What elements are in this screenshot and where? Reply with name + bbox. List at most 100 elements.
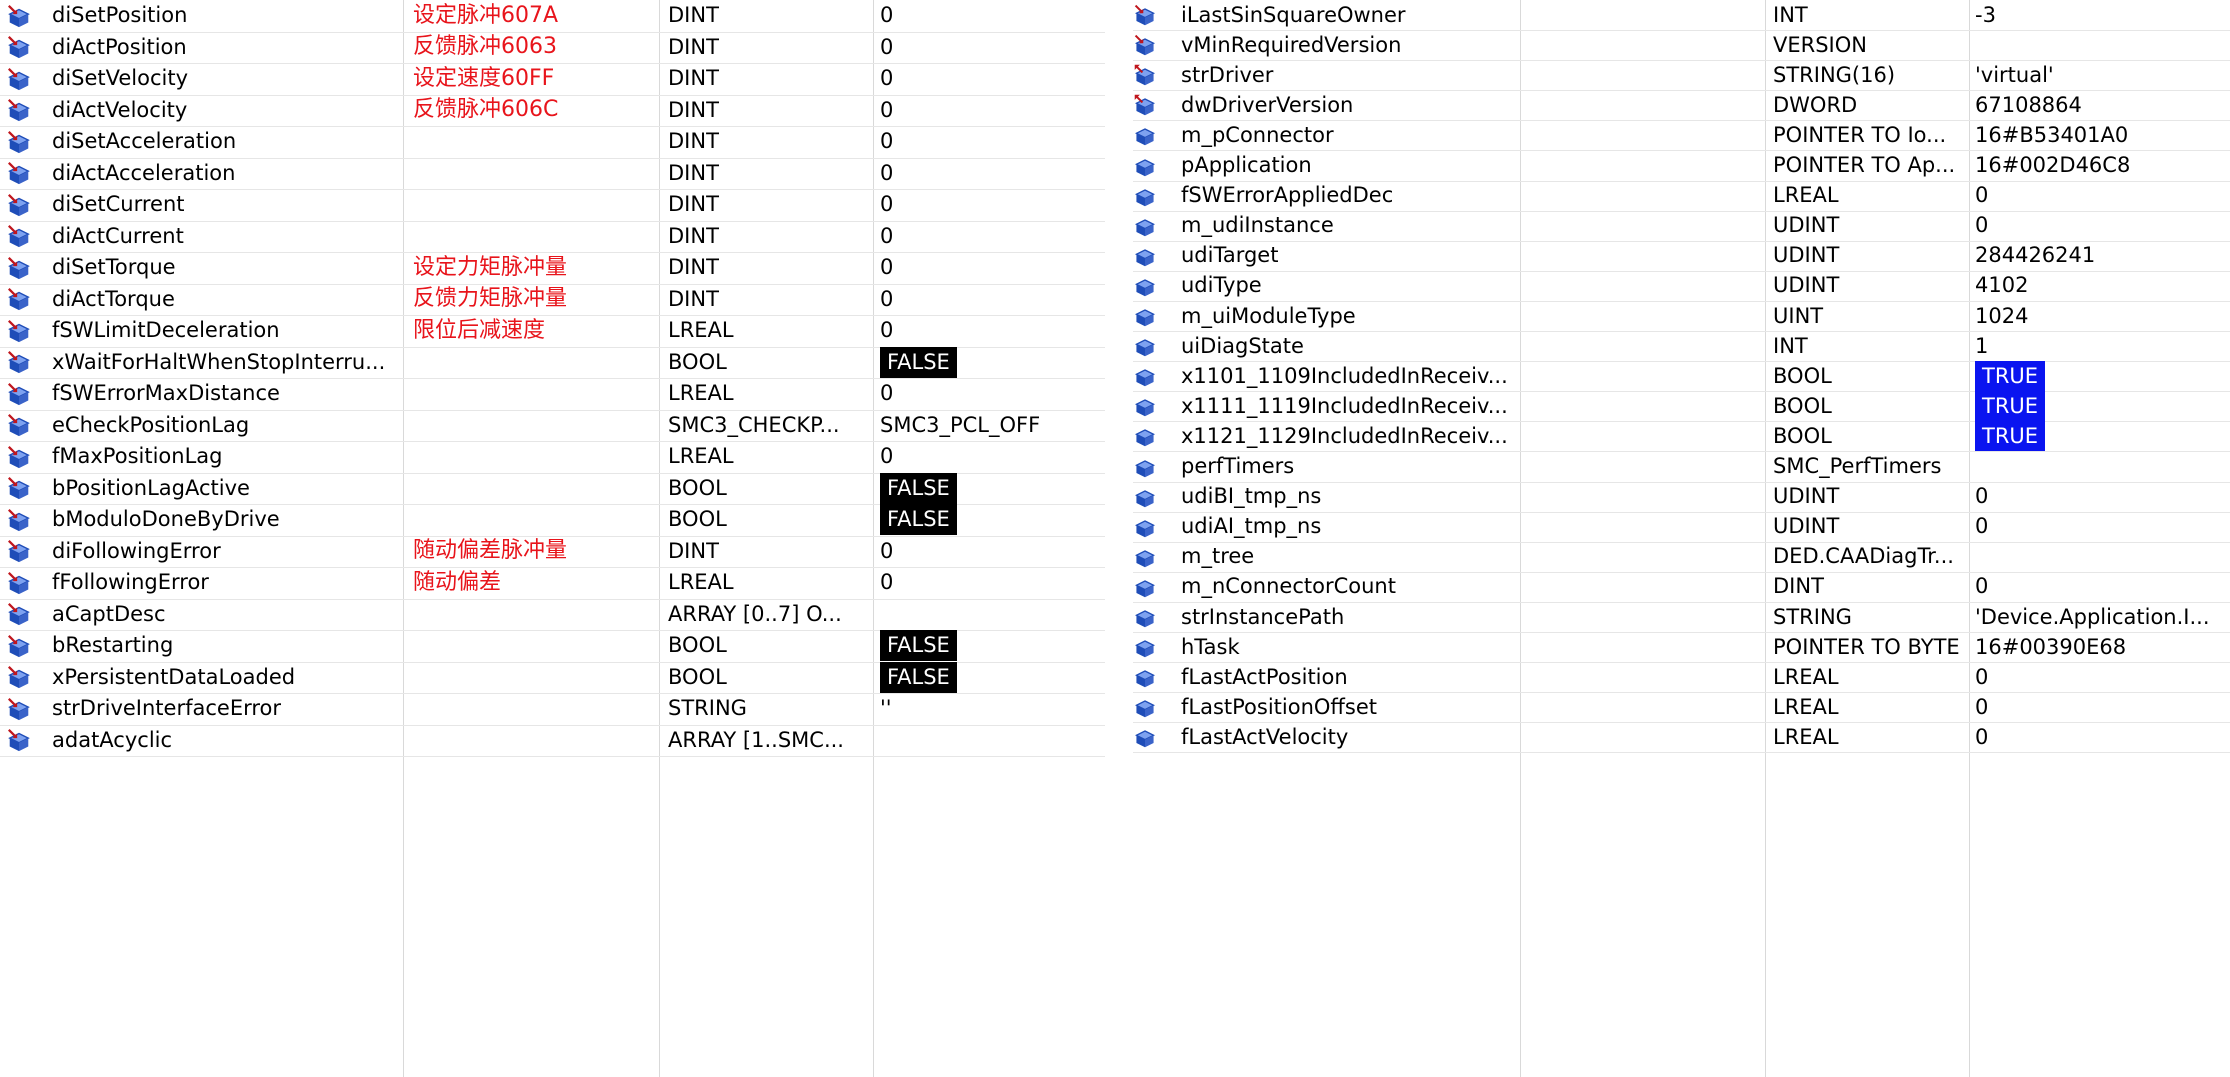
- value-cell[interactable]: 0: [1975, 692, 2225, 722]
- variable-row[interactable]: fSWLimitDeceleration 限位后减速度 LREAL 0: [0, 315, 1130, 348]
- value-cell[interactable]: 0: [880, 0, 1110, 32]
- value-cell[interactable]: 284426241: [1975, 241, 2225, 271]
- value-cell[interactable]: 0: [1975, 512, 2225, 542]
- variable-row[interactable]: perfTimers SMC_PerfTimers: [1133, 452, 2230, 483]
- value-cell[interactable]: TRUE: [1975, 361, 2225, 392]
- variable-name-cell[interactable]: udiType: [1181, 271, 1517, 301]
- value-cell[interactable]: 1024: [1975, 301, 2225, 331]
- variable-row[interactable]: m_nConnectorCount DINT 0: [1133, 572, 2230, 603]
- variable-name-cell[interactable]: m_tree: [1181, 542, 1517, 572]
- value-cell[interactable]: 'Device.Application.I...: [1975, 602, 2225, 632]
- variable-name-cell[interactable]: xPersistentDataLoaded: [52, 662, 400, 694]
- variable-name-cell[interactable]: m_udiInstance: [1181, 211, 1517, 241]
- value-cell[interactable]: 16#B53401A0: [1975, 120, 2225, 150]
- value-cell[interactable]: 4102: [1975, 271, 2225, 301]
- value-cell[interactable]: TRUE: [1975, 421, 2225, 452]
- variable-row[interactable]: fFollowingError 随动偏差 LREAL 0: [0, 567, 1130, 600]
- variable-name-cell[interactable]: fMaxPositionLag: [52, 441, 400, 473]
- value-cell[interactable]: 0: [880, 567, 1110, 599]
- variable-name-cell[interactable]: bRestarting: [52, 630, 400, 662]
- value-cell[interactable]: 0: [880, 221, 1110, 253]
- variable-name-cell[interactable]: strInstancePath: [1181, 602, 1517, 632]
- value-cell[interactable]: 16#00390E68: [1975, 632, 2225, 662]
- variable-name-cell[interactable]: udiBI_tmp_ns: [1181, 482, 1517, 512]
- variable-name-cell[interactable]: diSetVelocity: [52, 63, 400, 95]
- variable-row[interactable]: vMinRequiredVersion VERSION: [1133, 30, 2230, 62]
- value-cell[interactable]: 0: [880, 252, 1110, 284]
- variable-row[interactable]: xPersistentDataLoaded BOOL FALSE: [0, 661, 1130, 694]
- value-cell[interactable]: 0: [1975, 482, 2225, 512]
- variable-row[interactable]: strDriveInterfaceError STRING '': [0, 693, 1130, 726]
- value-cell[interactable]: [880, 725, 1110, 757]
- variable-row[interactable]: diSetAcceleration DINT 0: [0, 126, 1130, 159]
- value-cell[interactable]: SMC3_PCL_OFF: [880, 410, 1110, 442]
- variable-name-cell[interactable]: uiDiagState: [1181, 331, 1517, 361]
- variable-name-cell[interactable]: adatAcyclic: [52, 725, 400, 757]
- value-cell[interactable]: 0: [1975, 211, 2225, 241]
- variable-name-cell[interactable]: diSetPosition: [52, 0, 400, 32]
- variable-name-cell[interactable]: x1121_1129IncludedInReceiv...: [1181, 421, 1517, 451]
- value-cell[interactable]: 0: [880, 315, 1110, 347]
- variable-row[interactable]: diSetVelocity 设定速度60FF DINT 0: [0, 63, 1130, 96]
- variable-name-cell[interactable]: diActAcceleration: [52, 158, 400, 190]
- value-cell[interactable]: 67108864: [1975, 90, 2225, 120]
- value-cell[interactable]: 'virtual': [1975, 60, 2225, 90]
- variable-name-cell[interactable]: fLastActPosition: [1181, 662, 1517, 692]
- variable-row[interactable]: aCaptDesc ARRAY [0..7] O...: [0, 599, 1130, 631]
- value-cell[interactable]: 0: [880, 378, 1110, 410]
- value-cell[interactable]: [1975, 542, 2225, 572]
- variable-row[interactable]: diSetPosition 设定脉冲607A DINT 0: [0, 0, 1130, 33]
- value-cell[interactable]: [880, 599, 1110, 631]
- variable-name-cell[interactable]: m_pConnector: [1181, 120, 1517, 150]
- variable-row[interactable]: x1101_1109IncludedInReceiv... BOOL TRUE: [1133, 361, 2230, 393]
- variable-name-cell[interactable]: diSetCurrent: [52, 189, 400, 221]
- variable-row[interactable]: diActCurrent DINT 0: [0, 221, 1130, 253]
- variable-row[interactable]: fLastActPosition LREAL 0: [1133, 662, 2230, 694]
- variable-name-cell[interactable]: x1101_1109IncludedInReceiv...: [1181, 361, 1517, 391]
- variable-name-cell[interactable]: strDriver: [1181, 60, 1517, 90]
- variable-row[interactable]: adatAcyclic ARRAY [1..SMC...: [0, 725, 1130, 757]
- value-cell[interactable]: 0: [1975, 662, 2225, 692]
- variable-name-cell[interactable]: hTask: [1181, 632, 1517, 662]
- variable-name-cell[interactable]: perfTimers: [1181, 452, 1517, 482]
- variable-row[interactable]: m_pConnector POINTER TO Io... 16#B53401A0: [1133, 120, 2230, 152]
- variable-row[interactable]: x1121_1129IncludedInReceiv... BOOL TRUE: [1133, 421, 2230, 453]
- variable-row[interactable]: strDriver STRING(16) 'virtual': [1133, 60, 2230, 92]
- variable-name-cell[interactable]: x1111_1119IncludedInReceiv...: [1181, 391, 1517, 421]
- variable-name-cell[interactable]: diActCurrent: [52, 221, 400, 253]
- variable-row[interactable]: udiAI_tmp_ns UDINT 0: [1133, 512, 2230, 543]
- variable-name-cell[interactable]: bPositionLagActive: [52, 473, 400, 505]
- value-cell[interactable]: '': [880, 693, 1110, 725]
- value-cell[interactable]: 0: [880, 126, 1110, 158]
- value-cell[interactable]: 0: [1975, 181, 2225, 211]
- variable-row[interactable]: uiDiagState INT 1: [1133, 331, 2230, 363]
- variable-name-cell[interactable]: udiTarget: [1181, 241, 1517, 271]
- variable-row[interactable]: diSetTorque 设定力矩脉冲量 DINT 0: [0, 252, 1130, 285]
- variable-row[interactable]: xWaitForHaltWhenStopInterru... BOOL FALSE: [0, 346, 1130, 379]
- variable-row[interactable]: diSetCurrent DINT 0: [0, 189, 1130, 222]
- variable-row[interactable]: bPositionLagActive BOOL FALSE: [0, 472, 1130, 505]
- variable-name-cell[interactable]: dwDriverVersion: [1181, 90, 1517, 120]
- variable-row[interactable]: bModuloDoneByDrive BOOL FALSE: [0, 504, 1130, 537]
- variable-row[interactable]: diActAcceleration DINT 0: [0, 158, 1130, 190]
- variable-row[interactable]: x1111_1119IncludedInReceiv... BOOL TRUE: [1133, 391, 2230, 423]
- variable-row[interactable]: diFollowingError 随动偏差脉冲量 DINT 0: [0, 536, 1130, 568]
- variable-name-cell[interactable]: bModuloDoneByDrive: [52, 504, 400, 536]
- variable-row[interactable]: m_tree DED.CAADiagTr...: [1133, 542, 2230, 573]
- value-cell[interactable]: FALSE: [880, 472, 1110, 505]
- variable-name-cell[interactable]: fLastActVelocity: [1181, 722, 1517, 752]
- variable-name-cell[interactable]: diSetTorque: [52, 252, 400, 284]
- variable-row[interactable]: fLastActVelocity LREAL 0: [1133, 722, 2230, 754]
- variable-name-cell[interactable]: diSetAcceleration: [52, 126, 400, 158]
- variable-name-cell[interactable]: diActVelocity: [52, 95, 400, 127]
- variable-row[interactable]: udiType UDINT 4102: [1133, 271, 2230, 302]
- variable-row[interactable]: hTask POINTER TO BYTE 16#00390E68: [1133, 632, 2230, 664]
- value-cell[interactable]: TRUE: [1975, 391, 2225, 422]
- value-cell[interactable]: 0: [880, 189, 1110, 221]
- value-cell[interactable]: 0: [880, 536, 1110, 568]
- variable-row[interactable]: udiTarget UDINT 284426241: [1133, 241, 2230, 272]
- variable-name-cell[interactable]: fSWLimitDeceleration: [52, 315, 400, 347]
- value-cell[interactable]: [1975, 30, 2225, 60]
- value-cell[interactable]: FALSE: [880, 661, 1110, 694]
- variable-row[interactable]: fSWErrorMaxDistance LREAL 0: [0, 378, 1130, 411]
